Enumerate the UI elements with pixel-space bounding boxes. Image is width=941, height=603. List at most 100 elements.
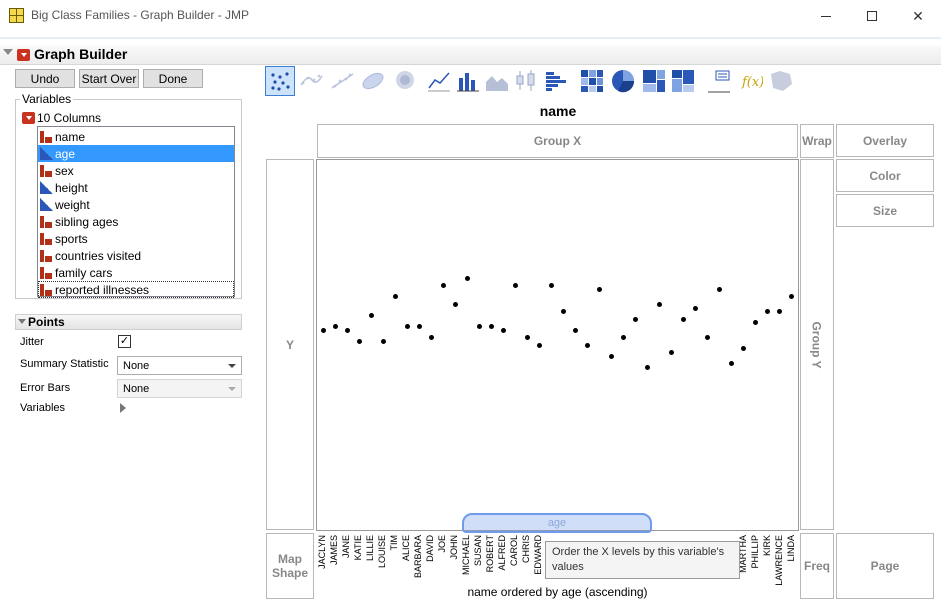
column-item[interactable]: countries visited	[38, 247, 234, 264]
age-drag-item[interactable]: age	[462, 513, 652, 533]
graph-title[interactable]: name	[317, 103, 799, 119]
data-point[interactable]	[657, 301, 663, 307]
column-item[interactable]: sex	[38, 162, 234, 179]
data-point[interactable]	[777, 309, 783, 315]
done-button[interactable]: Done	[143, 69, 203, 88]
data-point[interactable]	[440, 283, 446, 289]
mosaic-element-icon[interactable]	[668, 66, 698, 96]
expand-arrow-icon[interactable]	[120, 403, 126, 413]
data-point[interactable]	[705, 335, 711, 341]
caption-box-element-icon[interactable]	[704, 66, 734, 96]
data-point[interactable]	[392, 294, 398, 300]
data-point[interactable]	[320, 327, 326, 333]
column-item[interactable]: sports	[38, 230, 234, 247]
undo-button[interactable]: Undo	[15, 69, 75, 88]
histogram-element-icon[interactable]	[541, 66, 571, 96]
treemap-element-icon[interactable]	[639, 66, 669, 96]
maximize-button[interactable]	[849, 0, 895, 32]
plot-area[interactable]	[316, 159, 799, 531]
smoother-element-icon[interactable]	[296, 66, 326, 96]
data-point[interactable]	[753, 320, 759, 326]
data-point[interactable]	[741, 346, 747, 352]
column-item[interactable]: reported illnesses	[38, 281, 234, 298]
line-element-icon[interactable]	[424, 66, 454, 96]
data-point[interactable]	[681, 316, 687, 322]
column-item[interactable]: height	[38, 179, 234, 196]
red-triangle-menu-icon[interactable]	[17, 49, 30, 61]
bar-element-icon[interactable]	[453, 66, 483, 96]
column-item[interactable]: family cars	[38, 264, 234, 281]
box-plot-element-icon[interactable]	[511, 66, 541, 96]
data-point[interactable]	[464, 275, 470, 281]
data-point[interactable]	[573, 327, 579, 333]
data-point[interactable]	[633, 316, 639, 322]
data-point[interactable]	[789, 294, 795, 300]
map-shapes-element-icon[interactable]	[766, 66, 796, 96]
y-drop-zone[interactable]: Y	[266, 159, 314, 530]
collapse-triangle-icon[interactable]	[3, 49, 13, 59]
data-point[interactable]	[428, 335, 434, 341]
size-label: Size	[872, 203, 897, 218]
data-point[interactable]	[765, 309, 771, 315]
points-element-icon[interactable]	[265, 66, 295, 96]
data-point[interactable]	[512, 283, 518, 289]
maximize-icon	[867, 11, 877, 21]
start-over-button[interactable]: Start Over	[79, 69, 139, 88]
map-shape-drop-zone[interactable]: Map Shape	[266, 533, 314, 599]
page-drop-zone[interactable]: Page	[836, 533, 934, 599]
heatmap-element-icon[interactable]	[577, 66, 607, 96]
data-point[interactable]	[597, 287, 603, 292]
data-point[interactable]	[332, 324, 338, 329]
summary-statistic-select[interactable]: None	[117, 356, 242, 375]
close-button[interactable]: ✕	[895, 0, 941, 32]
data-point[interactable]	[561, 309, 566, 315]
line-of-fit-element-icon[interactable]	[327, 66, 357, 96]
color-drop-zone[interactable]: Color	[836, 159, 934, 192]
column-item[interactable]: sibling ages	[38, 213, 234, 230]
data-point[interactable]	[693, 305, 699, 311]
data-point[interactable]	[729, 361, 735, 366]
data-point[interactable]	[488, 324, 494, 329]
data-point[interactable]	[452, 301, 458, 307]
data-point[interactable]	[416, 324, 422, 329]
data-point[interactable]	[476, 324, 482, 329]
data-point[interactable]	[500, 327, 506, 333]
size-drop-zone[interactable]: Size	[836, 194, 934, 227]
area-element-icon[interactable]	[482, 66, 512, 96]
formula-element-icon[interactable]: f(x)	[735, 66, 765, 96]
contour-element-icon[interactable]	[389, 66, 419, 96]
data-point[interactable]	[368, 312, 374, 318]
overlay-drop-zone[interactable]: Overlay	[836, 124, 934, 157]
wrap-drop-zone[interactable]: Wrap	[800, 124, 834, 158]
data-point[interactable]	[585, 342, 591, 348]
data-point[interactable]	[524, 335, 530, 341]
data-point[interactable]	[717, 287, 723, 292]
data-point[interactable]	[404, 324, 410, 329]
data-point[interactable]	[645, 364, 651, 370]
column-name: sports	[55, 231, 88, 246]
column-list[interactable]: name age sex height weight sibling ages sports…	[37, 126, 235, 298]
data-point[interactable]	[609, 353, 615, 359]
data-point[interactable]	[356, 338, 362, 344]
x-axis-title[interactable]: name ordered by age (ascending)	[316, 585, 799, 599]
freq-drop-zone[interactable]: Freq	[800, 533, 834, 599]
data-point[interactable]	[344, 327, 350, 333]
x-tick-label: JACLYN	[317, 535, 327, 569]
data-point[interactable]	[380, 338, 386, 344]
group-x-drop-zone[interactable]: Group X	[317, 124, 798, 158]
data-point[interactable]	[548, 283, 554, 289]
column-item[interactable]: name	[38, 128, 234, 145]
pie-element-icon[interactable]	[608, 66, 638, 96]
columns-menu-icon[interactable]	[22, 112, 35, 124]
column-item[interactable]: weight	[38, 196, 234, 213]
data-point[interactable]	[536, 342, 542, 348]
minimize-button[interactable]	[803, 0, 849, 32]
jitter-checkbox[interactable]: ✓	[118, 335, 131, 348]
data-point[interactable]	[669, 349, 675, 355]
points-collapse-icon[interactable]	[18, 319, 26, 324]
nominal-column-icon	[40, 215, 53, 228]
group-y-drop-zone[interactable]: Group Y	[800, 159, 834, 530]
data-point[interactable]	[621, 335, 627, 341]
ellipse-element-icon[interactable]	[358, 66, 388, 96]
column-item[interactable]: age	[38, 145, 234, 162]
